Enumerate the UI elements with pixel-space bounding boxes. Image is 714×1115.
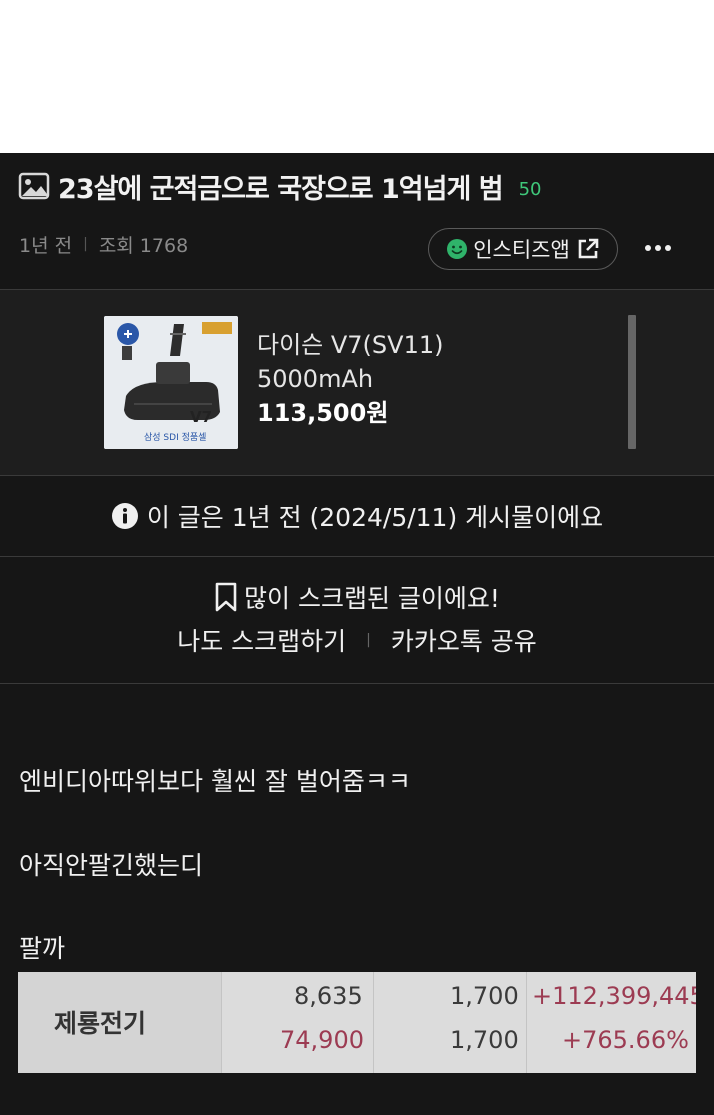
post-title: 23살에 군적금으로 국장으로 1억넘게 범: [58, 173, 504, 205]
post-time: 1년 전: [19, 234, 73, 257]
open-app-label: 인스티즈앱: [473, 238, 570, 262]
comment-count[interactable]: 50: [519, 179, 542, 200]
post-body-line: 엔비디아따위보다 훨씬 잘 벌어줌ㅋㅋ: [19, 767, 411, 796]
open-app-button[interactable]: 인스티즈앱: [428, 228, 618, 270]
notice-text: 이 글은 1년 전 (2024/5/11) 게시물이에요: [146, 503, 604, 532]
scrap-button[interactable]: 나도 스크랩하기: [177, 622, 346, 658]
table-col-divider: [373, 972, 374, 1073]
stock-profit: +112,399,445: [532, 982, 696, 1010]
stock-avg-price: 8,635: [294, 982, 363, 1010]
post-age-notice: 이 글은 1년 전 (2024/5/11) 게시물이에요: [0, 476, 714, 556]
post-meta: 1년 전 | 조회 1768: [19, 232, 189, 257]
post-views: 조회 1768: [98, 234, 189, 257]
divider: [0, 683, 714, 684]
image-icon: [18, 172, 50, 200]
bookmark-icon: [215, 582, 237, 612]
post-body-line: 팔까: [19, 934, 66, 963]
ad-text-block[interactable]: 다이슨 V7(SV11) 5000mAh 113,500원: [257, 328, 443, 430]
meta-divider: |: [83, 236, 88, 252]
ad-product-name: 다이슨 V7(SV11): [257, 331, 444, 359]
info-icon: [111, 503, 138, 529]
ad-capacity: 5000mAh: [257, 365, 374, 393]
ad-product-image[interactable]: V7 삼성 SDI 정품셀: [104, 316, 238, 449]
ad-price: 113,500원: [257, 399, 389, 427]
more-icon: [645, 245, 671, 251]
external-link-icon: [578, 238, 599, 259]
kakao-share-button[interactable]: 카카오톡 공유: [391, 622, 537, 658]
stock-return-rate: +765.66%: [562, 1026, 689, 1054]
ad-thumb-model: V7: [190, 408, 213, 426]
more-options-button[interactable]: [640, 234, 676, 262]
ad-scroll-indicator: [628, 315, 636, 449]
scrap-banner: 많이 스크랩된 글이에요!: [0, 578, 714, 616]
post-body-line: 아직안팔긴했는디: [19, 851, 204, 880]
ad-thumb-label: 삼성 SDI 정품셀: [144, 433, 207, 443]
stock-quantity: 1,700: [450, 982, 519, 1010]
post-title-row: 23살에 군적금으로 국장으로 1억넘게 범 50: [18, 168, 542, 205]
stock-current-price: 74,900: [280, 1026, 364, 1054]
share-divider: |: [366, 632, 371, 648]
stock-name: 제룡전기: [54, 1009, 147, 1038]
share-row: 나도 스크랩하기 | 카카오톡 공유: [0, 620, 714, 660]
smile-icon: [447, 239, 468, 259]
table-col-divider: [526, 972, 527, 1073]
stock-table-image: 제룡전기 8,635 74,900 1,700 1,700 +112,399,4…: [18, 972, 696, 1073]
scrap-title: 많이 스크랩된 글이에요!: [244, 584, 500, 613]
stock-quantity: 1,700: [450, 1026, 519, 1054]
table-col-divider: [221, 972, 222, 1073]
divider: [0, 556, 714, 557]
